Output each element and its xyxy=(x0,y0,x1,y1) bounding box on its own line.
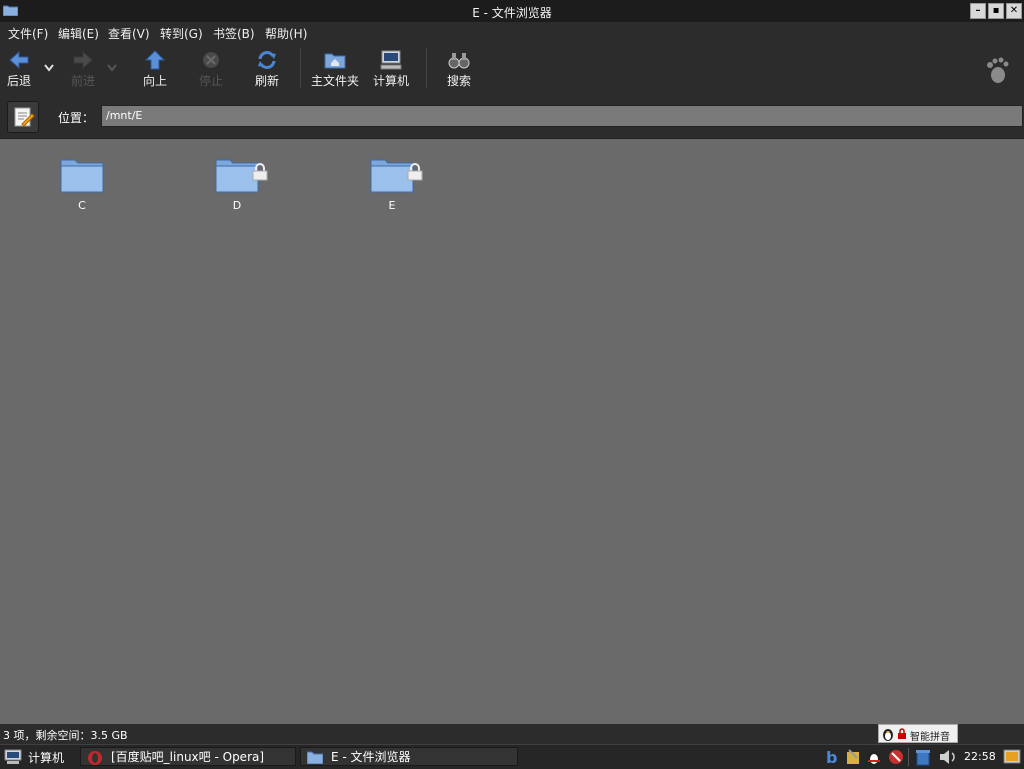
computer-icon xyxy=(380,50,402,70)
back-arrow-icon xyxy=(9,50,29,70)
forward-history-chevron-down-icon[interactable] xyxy=(107,64,117,72)
refresh-label: 刷新 xyxy=(254,74,279,88)
lock-icon xyxy=(898,728,906,739)
stop-button[interactable]: 停止 xyxy=(196,50,226,89)
window-title: E - 文件浏览器 xyxy=(472,6,552,20)
back-history-chevron-down-icon[interactable] xyxy=(44,64,54,72)
folder-icon xyxy=(60,159,104,193)
task-opera[interactable]: [百度贴吧_linux吧 - Opera] xyxy=(80,747,296,766)
close-button[interactable]: ✕ xyxy=(1006,3,1022,19)
computer-label: 计算机 xyxy=(372,74,409,88)
maximize-button[interactable]: ▪ xyxy=(988,3,1004,19)
folder-name: E xyxy=(388,199,396,212)
menu-edit[interactable]: 编辑(E) xyxy=(58,25,99,42)
menu-bookmarks[interactable]: 书签(B) xyxy=(213,25,255,42)
task-label: [百度贴吧_linux吧 - Opera] xyxy=(111,750,265,764)
up-button[interactable]: 向上 xyxy=(140,50,170,89)
ime-label: 智能拼音 xyxy=(910,732,950,743)
lock-icon xyxy=(407,163,423,181)
forward-button[interactable]: 前进 xyxy=(68,50,98,89)
location-input[interactable]: /mnt/E xyxy=(101,105,1023,127)
security-shield-icon[interactable] xyxy=(887,748,905,766)
folder-name: C xyxy=(78,199,86,212)
task-file-browser[interactable]: E - 文件浏览器 xyxy=(300,747,518,766)
binoculars-search-icon xyxy=(448,53,470,69)
volume-speaker-icon[interactable] xyxy=(938,748,958,766)
clock: 22:58 xyxy=(964,750,996,763)
stop-label: 停止 xyxy=(198,74,223,88)
start-label: 计算机 xyxy=(28,751,65,765)
minimize-button[interactable]: – xyxy=(970,3,986,19)
file-view[interactable]: C D E xyxy=(0,139,1024,724)
menu-file[interactable]: 文件(F) xyxy=(8,25,48,42)
up-arrow-icon xyxy=(144,50,166,70)
status-text: 3 项，剩余空间：3.5 GB xyxy=(3,729,128,742)
refresh-icon xyxy=(258,51,276,69)
toolbar-separator xyxy=(300,48,301,88)
status-bar: 3 项，剩余空间：3.5 GB xyxy=(0,724,1024,744)
up-label: 向上 xyxy=(142,74,167,88)
folder-item-e[interactable]: E xyxy=(352,155,432,212)
folder-item-d[interactable]: D xyxy=(197,155,277,212)
task-label: E - 文件浏览器 xyxy=(331,750,411,764)
folder-icon xyxy=(307,751,323,764)
home-folder-icon xyxy=(324,53,346,69)
folder-item-c[interactable]: C xyxy=(42,155,122,212)
menu-bar: 文件(F) 编辑(E) 查看(V) 转到(G) 书签(B) 帮助(H) xyxy=(0,22,1024,42)
network-tool-icon[interactable] xyxy=(845,748,861,766)
forward-arrow-icon xyxy=(73,50,93,70)
refresh-button[interactable]: 刷新 xyxy=(252,50,282,89)
computer-icon xyxy=(4,749,22,764)
folder-name: D xyxy=(232,199,242,212)
tray-separator xyxy=(908,748,909,766)
qq-penguin-icon[interactable] xyxy=(866,748,882,766)
stop-icon xyxy=(203,52,219,68)
opera-icon xyxy=(88,751,102,765)
lock-icon xyxy=(252,163,268,181)
location-bar: 位置： /mnt/E xyxy=(0,94,1024,139)
search-label: 搜索 xyxy=(446,74,471,88)
forward-label: 前进 xyxy=(70,74,95,88)
title-bar: E - 文件浏览器 – ▪ ✕ xyxy=(0,0,1024,23)
back-label: 后退 xyxy=(6,74,31,88)
home-label: 主文件夹 xyxy=(310,74,359,88)
toggle-location-entry-button[interactable] xyxy=(7,101,39,133)
location-label: 位置： xyxy=(58,111,95,125)
search-button[interactable]: 搜索 xyxy=(444,50,474,89)
menu-view[interactable]: 查看(V) xyxy=(108,25,150,42)
back-button[interactable]: 后退 xyxy=(4,50,34,89)
svg-text:b: b xyxy=(826,748,837,766)
trash-bin-icon[interactable] xyxy=(914,748,932,766)
home-button[interactable]: 主文件夹 xyxy=(310,50,360,89)
penguin-icon xyxy=(883,729,893,741)
menu-help[interactable]: 帮助(H) xyxy=(265,25,307,42)
baidu-b-icon[interactable]: b xyxy=(824,748,840,766)
toolbar-separator xyxy=(426,48,427,88)
edit-pencil-icon xyxy=(14,107,35,127)
menu-go[interactable]: 转到(G) xyxy=(160,25,203,42)
show-desktop-icon[interactable] xyxy=(1003,748,1021,766)
gnome-foot-icon xyxy=(987,57,1009,83)
toolbar: 后退 前进 向上 停止 刷新 主文件夹 计算机 搜索 xyxy=(0,42,1024,94)
ime-indicator[interactable]: 智能拼音 xyxy=(878,724,958,743)
computer-button[interactable]: 计算机 xyxy=(372,50,410,89)
taskbar: 计算机 [百度贴吧_linux吧 - Opera] E - 文件浏览器 b 22… xyxy=(0,744,1024,769)
